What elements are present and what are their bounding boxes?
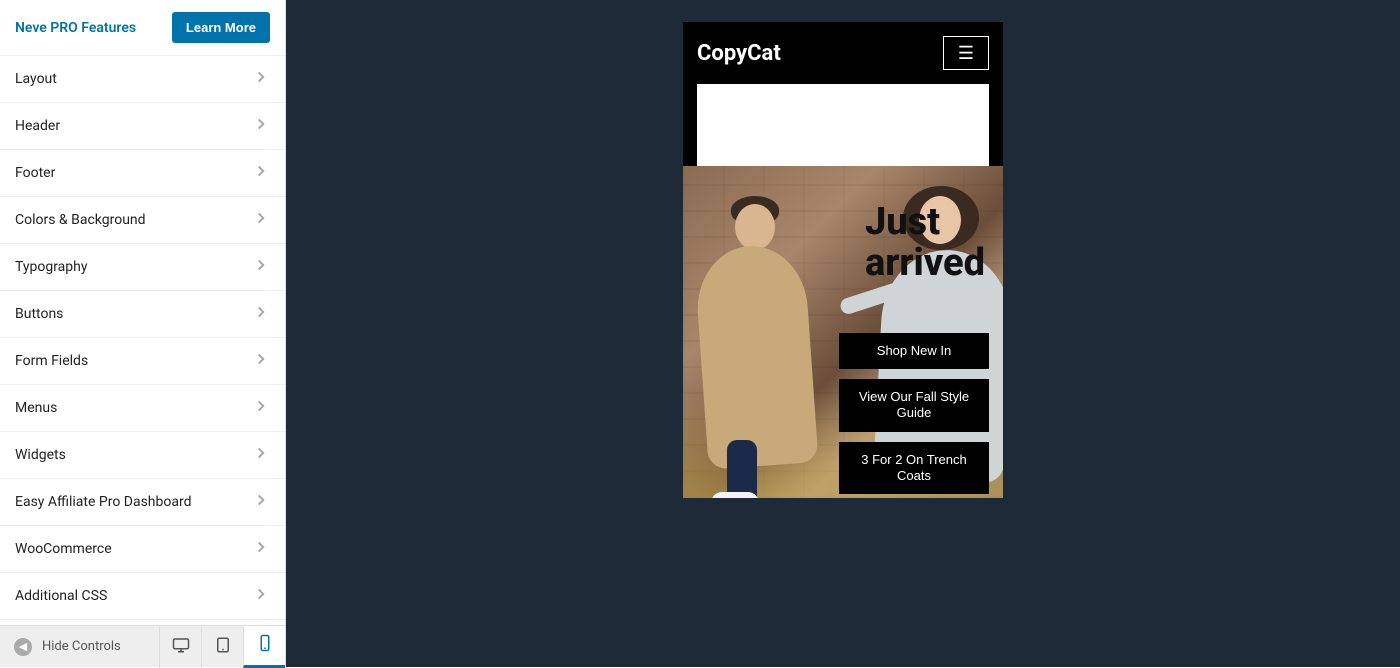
device-desktop-button[interactable]: [159, 626, 201, 668]
menu-item-label: Form Fields: [15, 353, 88, 369]
menu-item-label: Buttons: [15, 306, 63, 322]
chevron-right-icon: [252, 303, 270, 325]
chevron-right-icon: [252, 209, 270, 231]
menu-item-additional-css[interactable]: Additional CSS: [0, 573, 285, 620]
menu-item-buttons[interactable]: Buttons: [0, 291, 285, 338]
app-root: Neve PRO Features Learn More Layout Head…: [0, 0, 1400, 667]
menu-item-layout[interactable]: Layout: [0, 56, 285, 103]
hide-controls-button[interactable]: ◀ Hide Controls: [0, 638, 159, 656]
hero-section: Just arrived Shop New In View Our Fall S…: [683, 166, 1003, 498]
chevron-right-icon: [252, 397, 270, 419]
hero-button-shop-new-in[interactable]: Shop New In: [839, 333, 989, 369]
menu-item-label: Layout: [15, 71, 57, 87]
chevron-right-icon: [252, 444, 270, 466]
menu-item-typography[interactable]: Typography: [0, 244, 285, 291]
site-title[interactable]: CopyCat: [697, 41, 781, 66]
chevron-right-icon: [252, 491, 270, 513]
menu-item-label: Additional CSS: [15, 588, 107, 604]
mobile-icon: [256, 634, 274, 656]
menu-item-widgets[interactable]: Widgets: [0, 432, 285, 479]
menu-item-label: Easy Affiliate Pro Dashboard: [15, 494, 191, 510]
chevron-right-icon: [252, 350, 270, 372]
chevron-right-icon: [252, 256, 270, 278]
hamburger-icon: ☰: [958, 43, 974, 64]
hero-heading-line2: arrived: [865, 243, 985, 284]
device-tablet-button[interactable]: [201, 626, 243, 668]
preview-area: CopyCat ☰ Just arrived Sho: [286, 0, 1400, 667]
site-header: CopyCat ☰: [683, 22, 1003, 84]
chevron-right-icon: [252, 68, 270, 90]
menu-item-label: Footer: [15, 165, 55, 181]
menu-item-label: Widgets: [15, 447, 66, 463]
chevron-right-icon: [252, 115, 270, 137]
hero-heading: Just arrived: [865, 202, 985, 284]
device-mobile-button[interactable]: [243, 626, 285, 668]
sidebar-content: Neve PRO Features Learn More Layout Head…: [0, 0, 285, 625]
hide-controls-label: Hide Controls: [42, 639, 121, 654]
menu-item-colors-background[interactable]: Colors & Background: [0, 197, 285, 244]
device-toggles: [159, 626, 285, 668]
menu-item-easy-affiliate-pro[interactable]: Easy Affiliate Pro Dashboard: [0, 479, 285, 526]
chevron-right-icon: [252, 585, 270, 607]
menu-item-header[interactable]: Header: [0, 103, 285, 150]
menu-item-woocommerce[interactable]: WooCommerce: [0, 526, 285, 573]
learn-more-button[interactable]: Learn More: [172, 12, 270, 43]
hero-person-left: [689, 186, 829, 498]
tablet-icon: [214, 636, 232, 658]
neve-pro-title: Neve PRO Features: [15, 20, 136, 36]
customizer-sidebar: Neve PRO Features Learn More Layout Head…: [0, 0, 286, 667]
menu-item-form-fields[interactable]: Form Fields: [0, 338, 285, 385]
menu-toggle-button[interactable]: ☰: [943, 36, 989, 70]
hero-button-fall-style-guide[interactable]: View Our Fall Style Guide: [839, 379, 989, 432]
menu-item-menus[interactable]: Menus: [0, 385, 285, 432]
menu-item-label: Header: [15, 118, 60, 134]
sidebar-footer: ◀ Hide Controls: [0, 625, 285, 667]
mobile-preview-frame: CopyCat ☰ Just arrived Sho: [683, 22, 1003, 498]
hero-heading-line1: Just: [865, 202, 985, 243]
chevron-right-icon: [252, 162, 270, 184]
hero-buttons-group: Shop New In View Our Fall Style Guide 3 …: [839, 333, 989, 494]
menu-item-label: Colors & Background: [15, 212, 146, 228]
neve-pro-banner: Neve PRO Features Learn More: [0, 0, 285, 56]
menu-item-footer[interactable]: Footer: [0, 150, 285, 197]
header-whitespace-block: [697, 84, 989, 166]
chevron-right-icon: [252, 538, 270, 560]
desktop-icon: [172, 636, 190, 658]
menu-item-label: WooCommerce: [15, 541, 112, 557]
hero-button-trench-coats-offer[interactable]: 3 For 2 On Trench Coats: [839, 442, 989, 495]
menu-item-label: Typography: [15, 259, 87, 275]
menu-item-label: Menus: [15, 400, 57, 416]
caret-left-icon: ◀: [14, 638, 32, 656]
